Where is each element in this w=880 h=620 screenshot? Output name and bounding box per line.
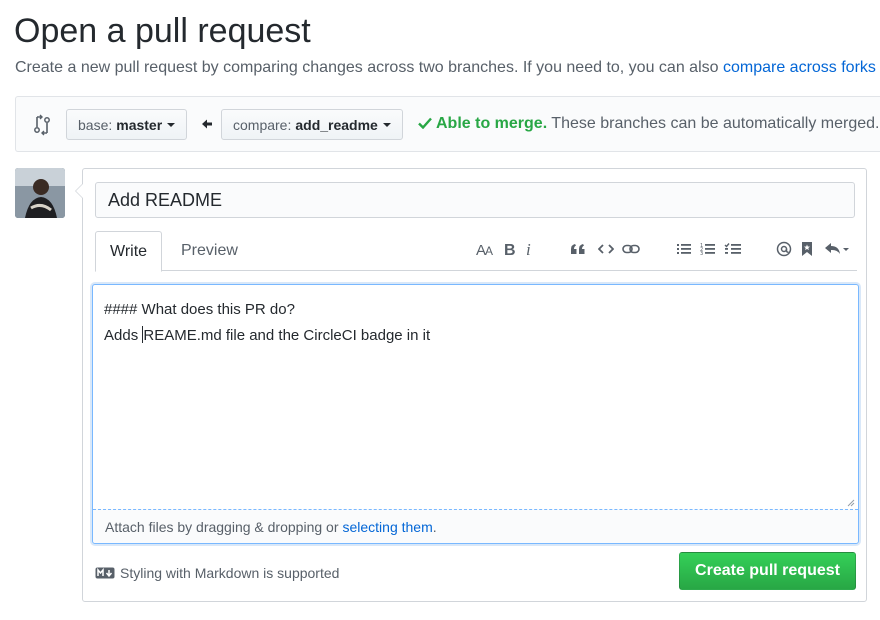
code-icon[interactable] [597, 239, 615, 259]
task-list-icon[interactable] [723, 239, 743, 259]
saved-reply-icon[interactable] [799, 239, 815, 259]
caret-down-icon [167, 122, 176, 127]
base-branch-name: master [116, 116, 163, 133]
page-title: Open a pull request [14, 12, 311, 50]
base-branch-button[interactable]: base: master [66, 109, 188, 140]
compare-across-forks-link[interactable]: compare across forks [723, 59, 876, 76]
reply-icon[interactable] [823, 239, 851, 259]
numbered-list-icon[interactable]: 123 [699, 239, 717, 259]
pr-body-textarea[interactable]: #### What does this PR do? Adds REAME.md… [92, 284, 859, 544]
user-avatar[interactable] [15, 168, 65, 218]
branch-range-editor: base: master compare: add_readme Able to… [15, 96, 880, 152]
bulleted-list-icon[interactable] [675, 239, 693, 259]
attach-text: Attach files by dragging & dropping or [105, 518, 339, 535]
merge-status: Able to merge. These branches can be aut… [418, 115, 879, 133]
resize-grip-icon[interactable] [847, 499, 855, 507]
arrow-left-icon [202, 119, 212, 129]
git-compare-icon [34, 114, 50, 136]
header-icon[interactable]: AA [475, 239, 497, 259]
merge-description: These branches can be automatically merg… [547, 115, 880, 132]
mention-icon[interactable] [775, 239, 793, 259]
svg-text:3: 3 [700, 251, 703, 256]
compare-label: compare: [233, 116, 292, 133]
svg-text:B: B [504, 242, 516, 256]
tab-write[interactable]: Write [95, 231, 163, 272]
markdown-support-note[interactable]: Styling with Markdown is supported [95, 565, 339, 581]
svg-text:i: i [526, 242, 531, 256]
attach-suffix: . [432, 518, 437, 535]
pr-body-text: #### What does this PR do? Adds REAME.md… [104, 297, 430, 349]
quote-icon[interactable] [569, 239, 587, 259]
markdown-icon [95, 567, 115, 579]
subtitle-text: Create a new pull request by comparing c… [15, 59, 723, 76]
body-line-2-end: REAME.md file and the CircleCI badge in … [143, 327, 431, 344]
body-line-1: #### What does this PR do? [104, 301, 295, 318]
create-pull-request-button[interactable]: Create pull request [679, 552, 856, 590]
bold-icon[interactable]: B [503, 239, 517, 259]
page-subtitle: Create a new pull request by comparing c… [15, 59, 876, 77]
body-line-2-start: Adds [104, 327, 143, 344]
svg-text:A: A [485, 244, 493, 256]
pr-title-input[interactable]: Add README [95, 182, 855, 218]
compare-branch-name: add_readme [295, 116, 378, 133]
compare-branch-button[interactable]: compare: add_readme [221, 109, 403, 140]
base-label: base: [78, 116, 113, 133]
italic-icon[interactable]: i [525, 239, 535, 259]
link-icon[interactable] [621, 239, 641, 259]
avatar-image [15, 168, 65, 218]
able-to-merge-label: Able to merge. [436, 115, 548, 132]
check-icon [418, 117, 432, 129]
markdown-note-text: Styling with Markdown is supported [120, 565, 340, 581]
attach-files-bar[interactable]: Attach files by dragging & dropping or s… [93, 509, 858, 543]
caret-down-icon [382, 122, 391, 127]
tab-preview[interactable]: Preview [167, 231, 252, 271]
pull-request-form: Add README Write Preview AA B i 123 ####… [75, 168, 867, 602]
selecting-them-link[interactable]: selecting them [342, 519, 432, 535]
